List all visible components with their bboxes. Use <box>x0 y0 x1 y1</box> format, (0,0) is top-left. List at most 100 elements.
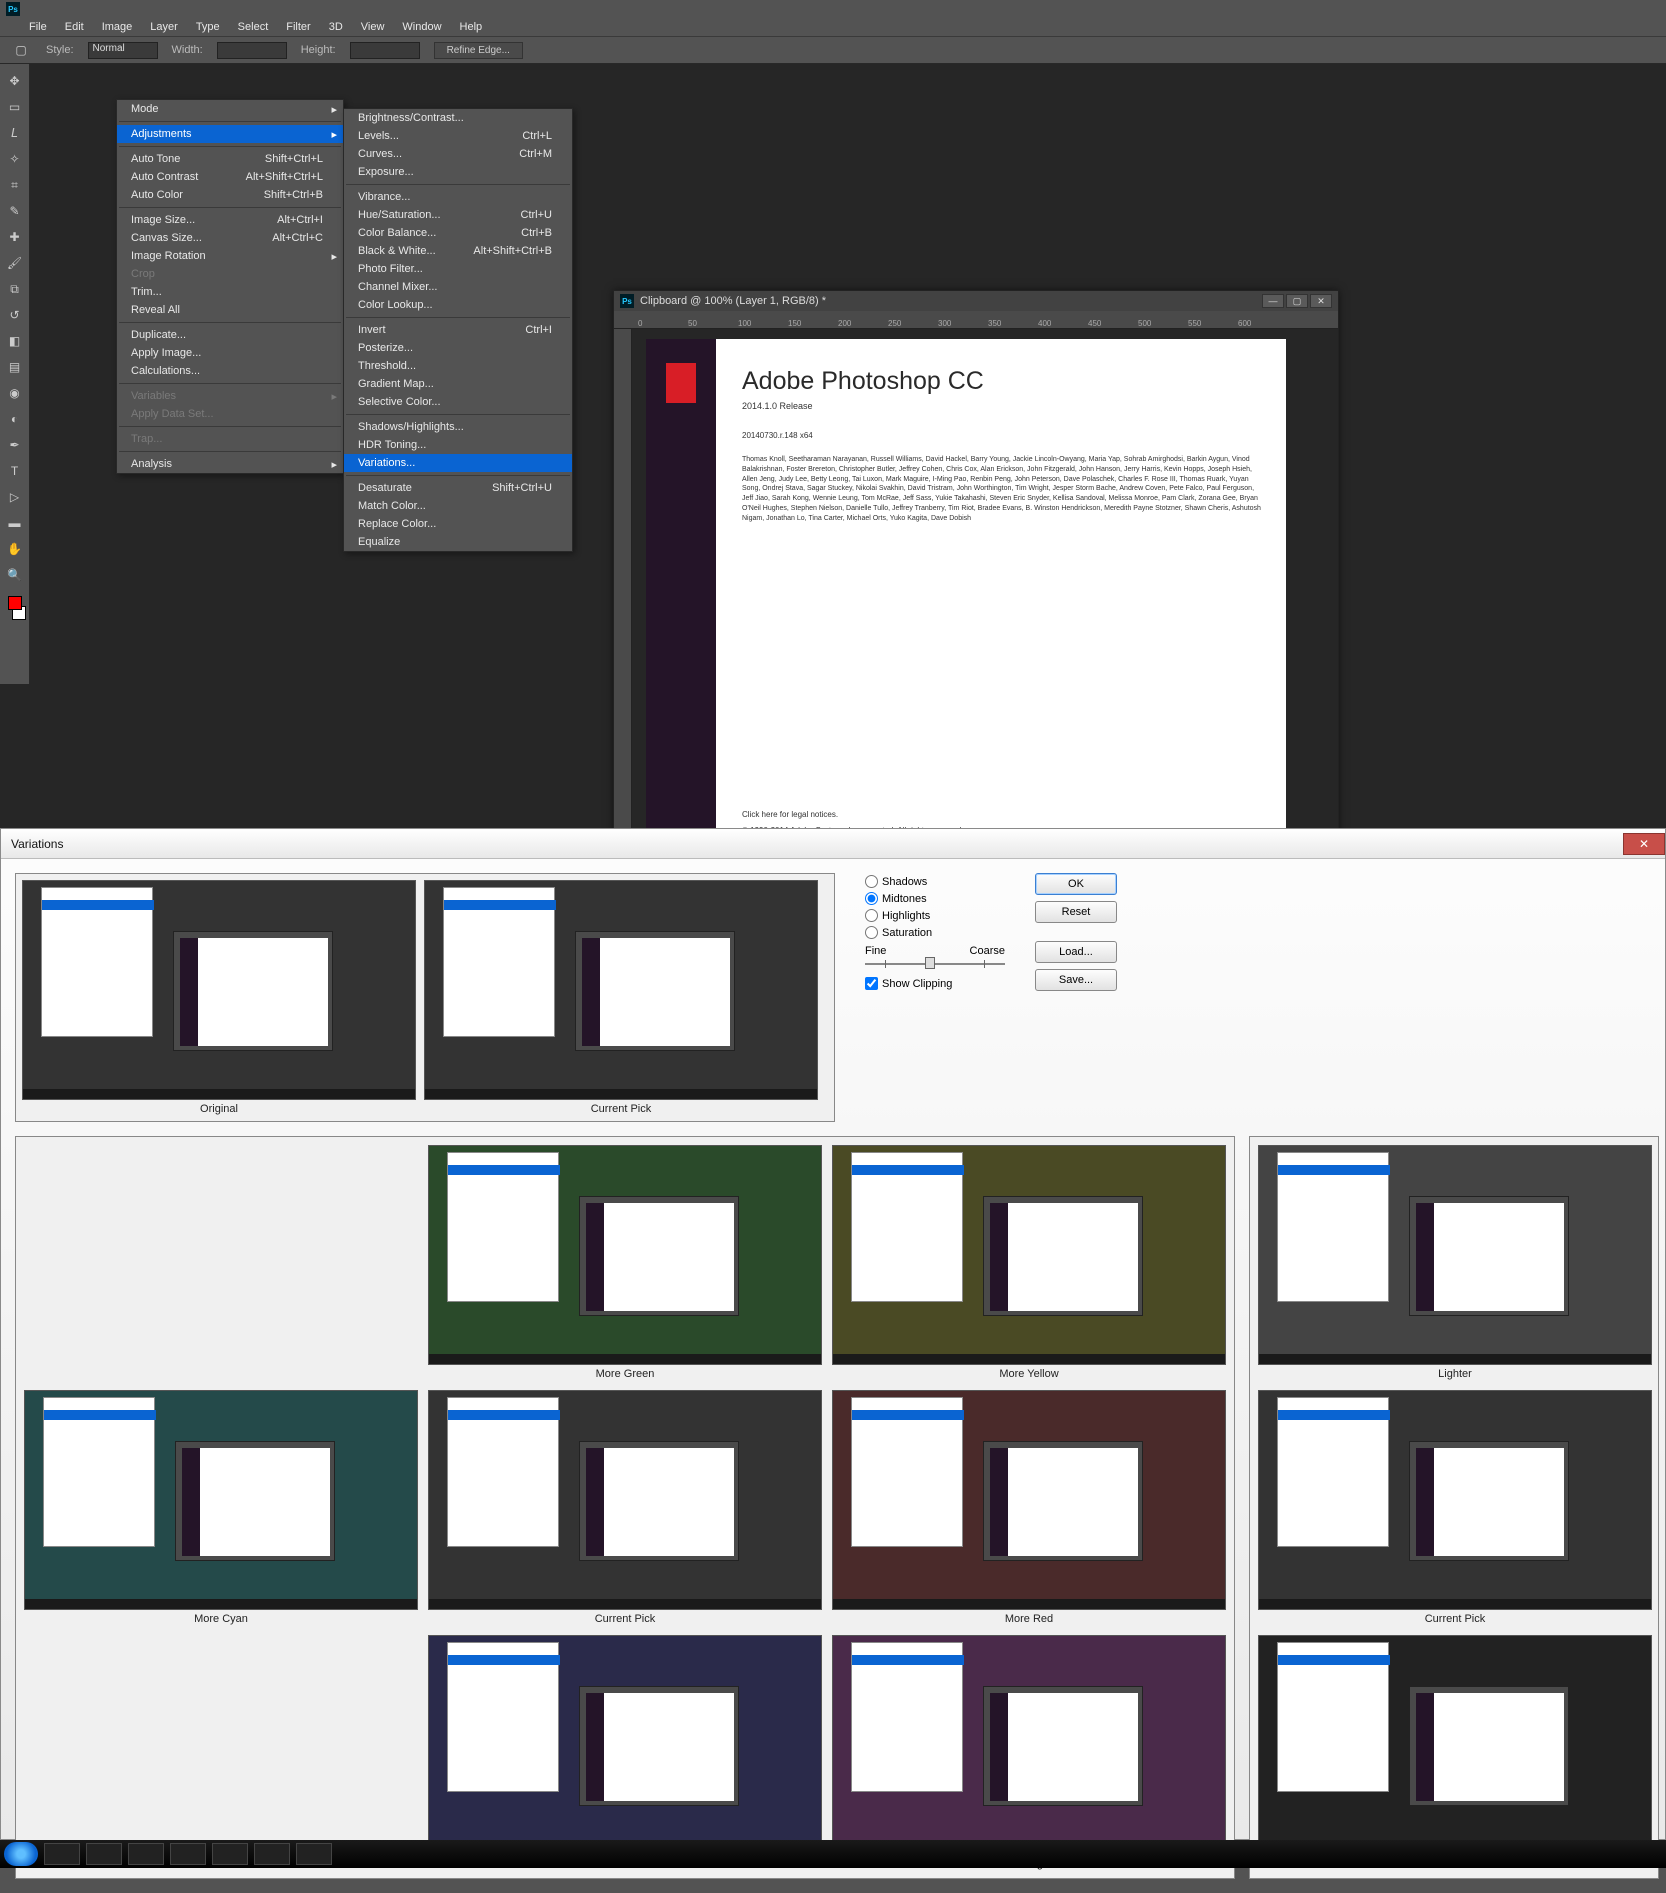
taskbar-photoshop-icon[interactable] <box>296 1843 332 1865</box>
load-button[interactable]: Load... <box>1035 941 1117 963</box>
menu-file[interactable]: File <box>20 19 56 35</box>
menu-item[interactable]: Variations... <box>344 454 572 472</box>
doc-titlebar[interactable]: PsClipboard @ 100% (Layer 1, RGB/8) * — … <box>614 291 1338 311</box>
menu-item[interactable]: HDR Toning... <box>344 436 572 454</box>
menu-item[interactable]: Color Balance...Ctrl+B <box>344 224 572 242</box>
menu-view[interactable]: View <box>352 19 394 35</box>
history-brush-icon[interactable]: ↺ <box>4 304 26 326</box>
windows-taskbar[interactable] <box>0 1840 1666 1868</box>
taskbar-chrome-icon[interactable] <box>254 1843 290 1865</box>
hand-tool-icon[interactable]: ✋ <box>4 538 26 560</box>
menu-item[interactable]: Auto ColorShift+Ctrl+B <box>117 186 343 204</box>
thumb-current-pick[interactable]: Current Pick <box>1258 1390 1652 1625</box>
brush-tool-icon[interactable]: 🖌 <box>4 252 26 274</box>
menu-item[interactable]: Mode▸ <box>117 100 343 118</box>
menu-item[interactable]: Match Color... <box>344 497 572 515</box>
canvas[interactable]: Adobe Photoshop CC 2014.1.0 Release 2014… <box>632 329 1338 853</box>
menu-item[interactable]: Brightness/Contrast... <box>344 109 572 127</box>
marquee-tool-icon[interactable]: ▢ <box>10 39 32 61</box>
menu-item[interactable]: Channel Mixer... <box>344 278 572 296</box>
menu-item[interactable]: Apply Image... <box>117 344 343 362</box>
menu-window[interactable]: Window <box>393 19 450 35</box>
thumb-more-magenta[interactable]: More Magenta <box>832 1635 1226 1870</box>
dodge-tool-icon[interactable]: ◐ <box>4 408 26 430</box>
wand-tool-icon[interactable]: ✧ <box>4 148 26 170</box>
start-button[interactable] <box>4 1842 38 1866</box>
menu-item[interactable]: Gradient Map... <box>344 375 572 393</box>
width-input[interactable] <box>217 42 287 59</box>
thumb-more-blue[interactable]: More Blue <box>428 1635 822 1870</box>
thumb-more-green[interactable]: More Green <box>428 1145 822 1380</box>
menu-help[interactable]: Help <box>451 19 492 35</box>
menu-item[interactable]: Analysis▸ <box>117 455 343 473</box>
menu-item[interactable]: Image Rotation▸ <box>117 247 343 265</box>
marquee-tool-icon[interactable]: ▭ <box>4 96 26 118</box>
radio-saturation[interactable]: Saturation <box>865 926 1005 939</box>
menu-edit[interactable]: Edit <box>56 19 93 35</box>
amount-slider[interactable] <box>865 957 1005 971</box>
menu-item[interactable]: Exposure... <box>344 163 572 181</box>
save-button[interactable]: Save... <box>1035 969 1117 991</box>
variations-titlebar[interactable]: Variations ✕ <box>1 829 1665 859</box>
path-tool-icon[interactable]: ▷ <box>4 486 26 508</box>
reset-button[interactable]: Reset <box>1035 901 1117 923</box>
menu-item[interactable]: Duplicate... <box>117 326 343 344</box>
splash-legal-link[interactable]: Click here for legal notices. <box>742 810 838 819</box>
style-select[interactable]: Normal <box>88 42 158 59</box>
minimize-button[interactable]: — <box>1262 294 1284 308</box>
ruler-vertical[interactable] <box>614 329 632 853</box>
maximize-button[interactable]: ▢ <box>1286 294 1308 308</box>
menu-item[interactable]: Auto ToneShift+Ctrl+L <box>117 150 343 168</box>
menu-type[interactable]: Type <box>187 19 229 35</box>
menu-item[interactable]: Canvas Size...Alt+Ctrl+C <box>117 229 343 247</box>
menu-filter[interactable]: Filter <box>277 19 319 35</box>
ok-button[interactable]: OK <box>1035 873 1117 895</box>
refine-edge-button[interactable]: Refine Edge... <box>434 42 523 59</box>
radio-highlights[interactable]: Highlights <box>865 909 1005 922</box>
menu-item[interactable]: Threshold... <box>344 357 572 375</box>
move-tool-icon[interactable]: ✥ <box>4 70 26 92</box>
menu-item[interactable]: Calculations... <box>117 362 343 380</box>
menu-item[interactable]: Image Size...Alt+Ctrl+I <box>117 211 343 229</box>
close-button[interactable]: ✕ <box>1623 833 1665 855</box>
radio-shadows[interactable]: Shadows <box>865 875 1005 888</box>
blur-tool-icon[interactable]: ◉ <box>4 382 26 404</box>
menu-image[interactable]: Image <box>93 19 142 35</box>
menu-item[interactable]: Reveal All <box>117 301 343 319</box>
menu-item[interactable]: Posterize... <box>344 339 572 357</box>
pen-tool-icon[interactable]: ✒ <box>4 434 26 456</box>
menu-item[interactable]: Color Lookup... <box>344 296 572 314</box>
menu-item[interactable]: Auto ContrastAlt+Shift+Ctrl+L <box>117 168 343 186</box>
menu-item[interactable]: InvertCtrl+I <box>344 321 572 339</box>
menu-item[interactable]: Replace Color... <box>344 515 572 533</box>
menu-item[interactable]: Trim... <box>117 283 343 301</box>
stamp-tool-icon[interactable]: ⧉ <box>4 278 26 300</box>
menu-item[interactable]: Curves...Ctrl+M <box>344 145 572 163</box>
taskbar-app-icon[interactable] <box>212 1843 248 1865</box>
thumb-darker[interactable]: Darker <box>1258 1635 1652 1870</box>
menu-item[interactable]: Hue/Saturation...Ctrl+U <box>344 206 572 224</box>
menu-item[interactable]: Photo Filter... <box>344 260 572 278</box>
menu-item[interactable]: Levels...Ctrl+L <box>344 127 572 145</box>
taskbar-ie-icon[interactable] <box>86 1843 122 1865</box>
menu-item[interactable]: Equalize <box>344 533 572 551</box>
shape-tool-icon[interactable]: ▬ <box>4 512 26 534</box>
thumb-more-red[interactable]: More Red <box>832 1390 1226 1625</box>
menu-item[interactable]: Adjustments▸ <box>117 125 343 143</box>
show-clipping-checkbox[interactable]: Show Clipping <box>865 977 1005 990</box>
type-tool-icon[interactable]: T <box>4 460 26 482</box>
thumb-current-pick[interactable]: Current Pick <box>428 1390 822 1625</box>
close-button[interactable]: ✕ <box>1310 294 1332 308</box>
eraser-tool-icon[interactable]: ◧ <box>4 330 26 352</box>
foreground-color-swatch[interactable] <box>8 596 22 610</box>
taskbar-app-icon[interactable] <box>128 1843 164 1865</box>
menu-item[interactable]: DesaturateShift+Ctrl+U <box>344 479 572 497</box>
taskbar-explorer-icon[interactable] <box>44 1843 80 1865</box>
thumb-more-yellow[interactable]: More Yellow <box>832 1145 1226 1380</box>
taskbar-app-icon[interactable] <box>170 1843 206 1865</box>
menu-3d[interactable]: 3D <box>320 19 352 35</box>
menu-select[interactable]: Select <box>229 19 278 35</box>
zoom-tool-icon[interactable]: 🔍 <box>4 564 26 586</box>
eyedropper-tool-icon[interactable]: ✎ <box>4 200 26 222</box>
thumb-original[interactable]: Original <box>22 880 416 1115</box>
